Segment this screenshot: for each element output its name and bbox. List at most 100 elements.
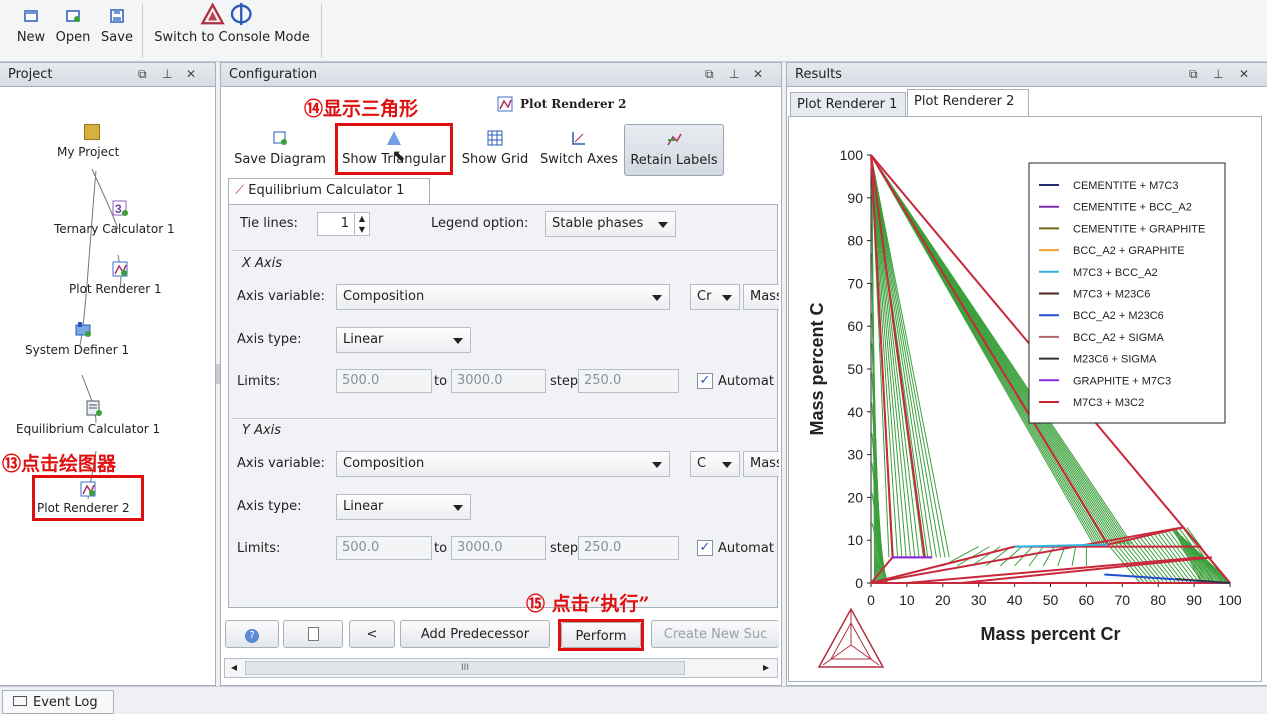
legend-entry: CEMENTITE + BCC_A2 bbox=[1073, 202, 1192, 214]
y-element-select[interactable]: C bbox=[690, 451, 740, 477]
restore-icon[interactable]: ⧉ bbox=[138, 67, 147, 82]
y-unit-value: Mass bbox=[750, 456, 779, 471]
tree-node-ternary-calculator-1[interactable]: Ternary Calculator 1 bbox=[54, 222, 175, 236]
chart-icon: ⟋ bbox=[235, 183, 245, 198]
x-tick-label: 100 bbox=[1218, 592, 1242, 608]
chevron-down-icon bbox=[652, 462, 662, 468]
phase-diagram-chart: 0 10 20 30 40 50 60 70 80 90 100 0 10 20 30 40 50 60 70 80 9… bbox=[807, 147, 1242, 668]
restore-icon[interactable]: ⧉ bbox=[705, 67, 714, 82]
results-panel-title: Results bbox=[795, 67, 842, 82]
x-limit-to-field[interactable]: 3000.0 bbox=[451, 369, 546, 393]
legend-entry: BCC_A2 + GRAPHITE bbox=[1073, 245, 1185, 257]
y-axis-type-select[interactable]: Linear bbox=[336, 494, 471, 520]
project-panel: Project ⧉ ⊥ ✕ My Project 3 Ternary Calcu… bbox=[0, 62, 216, 686]
scroll-right-icon[interactable]: ▸ bbox=[763, 660, 769, 674]
close-icon[interactable]: ✕ bbox=[186, 67, 196, 81]
tree-node-system-definer-1[interactable]: System Definer 1 bbox=[25, 343, 129, 357]
system-definer-icon bbox=[75, 322, 91, 337]
renderer-title: Plot Renderer 2 bbox=[520, 97, 627, 111]
switch-axes-button[interactable]: Switch Axes bbox=[536, 124, 622, 176]
save-diagram-icon bbox=[273, 131, 287, 145]
back-button[interactable]: < bbox=[349, 620, 395, 648]
scrollbar-thumb[interactable]: III bbox=[245, 661, 685, 675]
tree-node-my-project[interactable]: My Project bbox=[57, 145, 119, 159]
y-tick-label: 60 bbox=[847, 318, 863, 334]
x-element-select[interactable]: Cr bbox=[690, 284, 740, 310]
switch-console-button[interactable]: Switch to Console Mode bbox=[146, 2, 318, 56]
save-diagram-button[interactable]: Save Diagram bbox=[230, 124, 330, 176]
event-log-button[interactable]: Event Log bbox=[2, 690, 114, 714]
y-limits-label: Limits: bbox=[237, 541, 281, 556]
x-tick-label: 30 bbox=[971, 592, 987, 608]
y-automatic-checkbox[interactable]: ✓ bbox=[697, 540, 713, 556]
switch-axes-label: Switch Axes bbox=[539, 152, 619, 167]
pin-icon[interactable]: ⊥ bbox=[162, 67, 172, 81]
floppy-disk-icon bbox=[110, 9, 124, 23]
restore-icon[interactable]: ⧉ bbox=[1189, 67, 1198, 82]
x-tick-label: 20 bbox=[935, 592, 951, 608]
pin-icon[interactable]: ⊥ bbox=[729, 67, 739, 81]
chevron-down-icon bbox=[722, 462, 732, 468]
main-toolbar: New Open Save Switch to Console Mode bbox=[0, 0, 1267, 62]
annotation-step-13: ⑬点击绘图器 bbox=[2, 453, 117, 475]
create-new-successor-button[interactable]: Create New Suc bbox=[651, 620, 779, 648]
status-bar: Event Log bbox=[0, 686, 1267, 714]
show-grid-button[interactable]: Show Grid bbox=[457, 124, 533, 176]
help-button[interactable]: ? bbox=[225, 620, 279, 648]
legend-entry: GRAPHITE + M7C3 bbox=[1073, 375, 1171, 387]
legend-entry: M7C3 + M23C6 bbox=[1073, 289, 1150, 301]
x-limit-from-field[interactable]: 500.0 bbox=[336, 369, 432, 393]
legend-entry: M7C3 + BCC_A2 bbox=[1073, 267, 1158, 279]
help-icon: ? bbox=[245, 629, 259, 643]
scroll-left-icon[interactable]: ◂ bbox=[231, 660, 237, 674]
tab-equilibrium-label: Equilibrium Calculator 1 bbox=[248, 183, 405, 198]
configuration-panel-header: Configuration ⧉ ⊥ ✕ bbox=[221, 63, 781, 87]
chevron-down-icon bbox=[652, 295, 662, 301]
x-axis-variable-label: Axis variable: bbox=[237, 289, 325, 304]
y-tick-label: 50 bbox=[847, 361, 863, 377]
legend-option-value: Stable phases bbox=[552, 216, 644, 231]
event-log-label: Event Log bbox=[33, 695, 98, 710]
legend-option-select[interactable]: Stable phases bbox=[545, 211, 676, 237]
save-button[interactable]: Save bbox=[98, 6, 136, 56]
y-tick-label: 40 bbox=[847, 404, 863, 420]
pin-icon[interactable]: ⊥ bbox=[1213, 67, 1223, 81]
legend-entry: BCC_A2 + M23C6 bbox=[1073, 310, 1164, 322]
add-predecessor-button[interactable]: Add Predecessor bbox=[400, 620, 550, 648]
spinner-arrows-icon[interactable]: ▲ ▼ bbox=[354, 213, 369, 235]
open-button[interactable]: Open bbox=[53, 6, 93, 56]
notes-button[interactable] bbox=[283, 620, 343, 648]
tab-equilibrium-calculator-1[interactable]: ⟋ Equilibrium Calculator 1 bbox=[228, 178, 430, 204]
y-limit-from-field[interactable]: 500.0 bbox=[336, 536, 432, 560]
tab-plot-renderer-1[interactable]: Plot Renderer 1 bbox=[790, 92, 906, 116]
y-step-field[interactable]: 250.0 bbox=[578, 536, 679, 560]
y-step-label: step bbox=[550, 541, 579, 556]
x-limits-label: Limits: bbox=[237, 374, 281, 389]
new-button[interactable]: New bbox=[14, 6, 48, 56]
open-label: Open bbox=[55, 30, 91, 45]
tab-plot-renderer-2[interactable]: Plot Renderer 2 bbox=[907, 89, 1029, 116]
horizontal-scrollbar[interactable]: ◂ III ▸ bbox=[224, 658, 778, 678]
y-axis-variable-select[interactable]: Composition bbox=[336, 451, 670, 477]
x-tick-label: 0 bbox=[867, 592, 875, 608]
y-axis-type-label: Axis type: bbox=[237, 499, 302, 514]
tree-node-equilibrium-calculator-1[interactable]: Equilibrium Calculator 1 bbox=[16, 422, 160, 436]
project-panel-header: Project ⧉ ⊥ ✕ bbox=[0, 63, 215, 87]
y-limit-to-field[interactable]: 3000.0 bbox=[451, 536, 546, 560]
retain-labels-button[interactable]: Retain Labels bbox=[624, 124, 724, 176]
legend-entry: CEMENTITE + GRAPHITE bbox=[1073, 223, 1205, 235]
scroll-grip: III bbox=[461, 663, 469, 673]
x-unit-select[interactable]: Mass bbox=[743, 284, 779, 310]
x-axis-variable-select[interactable]: Composition bbox=[336, 284, 670, 310]
y-tick-label: 70 bbox=[847, 275, 863, 291]
event-log-icon bbox=[13, 696, 27, 706]
close-icon[interactable]: ✕ bbox=[753, 67, 763, 81]
x-step-field[interactable]: 250.0 bbox=[578, 369, 679, 393]
close-icon[interactable]: ✕ bbox=[1239, 67, 1249, 81]
switch-axes-icon bbox=[572, 132, 585, 145]
tree-node-plot-renderer-1[interactable]: Plot Renderer 1 bbox=[69, 282, 162, 296]
y-unit-select[interactable]: Mass bbox=[743, 451, 779, 477]
x-automatic-checkbox[interactable]: ✓ bbox=[697, 373, 713, 389]
x-axis-type-label: Axis type: bbox=[237, 332, 302, 347]
x-axis-type-select[interactable]: Linear bbox=[336, 327, 471, 353]
